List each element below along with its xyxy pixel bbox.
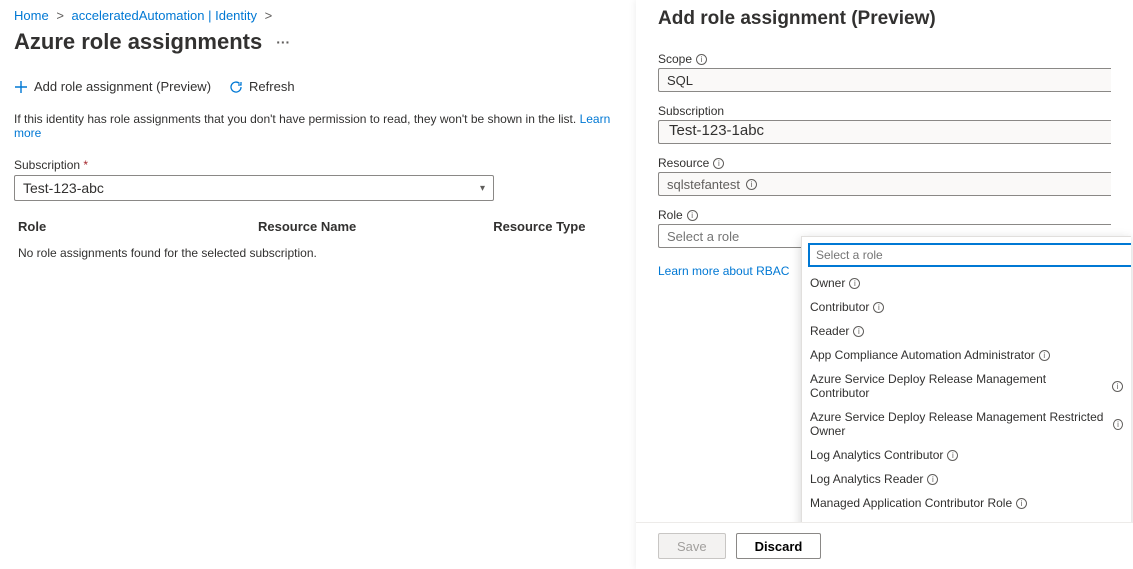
plus-icon bbox=[14, 80, 28, 94]
add-role-assignment-button[interactable]: Add role assignment (Preview) bbox=[14, 79, 211, 94]
chevron-right-icon: > bbox=[265, 8, 273, 23]
save-button[interactable]: Save bbox=[658, 533, 726, 559]
info-icon[interactable]: i bbox=[687, 210, 698, 221]
info-icon[interactable]: i bbox=[1004, 522, 1015, 523]
role-dropdown-search[interactable] bbox=[808, 243, 1131, 267]
learn-more-rbac-link[interactable]: Learn more about RBAC bbox=[658, 264, 789, 278]
info-icon[interactable]: i bbox=[853, 326, 864, 337]
discard-button[interactable]: Discard bbox=[736, 533, 822, 559]
role-option[interactable]: Readeri bbox=[802, 319, 1131, 343]
add-role-assignment-panel: Add role assignment (Preview) Scopei Sub… bbox=[636, 0, 1133, 569]
role-option[interactable]: Azure Service Deploy Release Management … bbox=[802, 405, 1131, 443]
role-option[interactable]: Log Analytics Contributori bbox=[802, 443, 1131, 467]
info-icon[interactable]: i bbox=[713, 158, 724, 169]
role-label: Rolei bbox=[658, 208, 1111, 222]
panel-footer: Save Discard bbox=[636, 522, 1133, 569]
scope-field[interactable] bbox=[658, 68, 1111, 92]
resource-label: Resourcei bbox=[658, 156, 1111, 170]
role-option[interactable]: Contributori bbox=[802, 295, 1131, 319]
info-icon[interactable]: i bbox=[1112, 381, 1123, 392]
column-header-role[interactable]: Role bbox=[18, 219, 258, 234]
role-option[interactable]: Managed Application Operator Rolei bbox=[802, 515, 1131, 522]
info-icon[interactable]: i bbox=[947, 450, 958, 461]
panel-subscription-field[interactable]: Test-123-1abc bbox=[658, 120, 1111, 144]
role-options-list: OwneriContributoriReaderiApp Compliance … bbox=[802, 271, 1131, 522]
role-option[interactable]: Owneri bbox=[802, 271, 1131, 295]
chevron-down-icon: ▾ bbox=[480, 183, 485, 194]
scope-label: Scopei bbox=[658, 52, 1111, 66]
page-title-text: Azure role assignments bbox=[14, 29, 262, 55]
add-role-assignment-label: Add role assignment (Preview) bbox=[34, 79, 211, 94]
info-icon[interactable]: i bbox=[849, 278, 860, 289]
breadcrumb-home[interactable]: Home bbox=[14, 8, 49, 23]
info-icon[interactable]: i bbox=[746, 179, 757, 190]
subscription-select[interactable]: Test-123-abc ▾ bbox=[14, 175, 494, 201]
role-option[interactable]: Log Analytics Readeri bbox=[802, 467, 1131, 491]
panel-subscription-label: Subscription bbox=[658, 104, 1111, 118]
role-option[interactable]: App Compliance Automation Administratori bbox=[802, 343, 1131, 367]
page-title: Azure role assignments ··· bbox=[14, 29, 622, 55]
refresh-button[interactable]: Refresh bbox=[229, 79, 295, 94]
breadcrumb: Home > acceleratedAutomation | Identity … bbox=[14, 8, 622, 23]
info-icon[interactable]: i bbox=[873, 302, 884, 313]
panel-title: Add role assignment (Preview) bbox=[658, 8, 1111, 30]
toolbar: Add role assignment (Preview) Refresh bbox=[14, 79, 622, 94]
refresh-label: Refresh bbox=[249, 79, 295, 94]
role-dropdown: OwneriContributoriReaderiApp Compliance … bbox=[801, 236, 1131, 522]
table-header: Role Resource Name Resource Type bbox=[14, 213, 622, 240]
subscription-label: Subscription * bbox=[14, 158, 622, 172]
refresh-icon bbox=[229, 80, 243, 94]
table-empty-message: No role assignments found for the select… bbox=[14, 240, 622, 266]
column-header-resource-type[interactable]: Resource Type bbox=[493, 219, 618, 234]
role-option[interactable]: Azure Service Deploy Release Management … bbox=[802, 367, 1131, 405]
info-icon[interactable]: i bbox=[1113, 419, 1123, 430]
more-actions-icon[interactable]: ··· bbox=[276, 34, 290, 50]
column-header-resource-name[interactable]: Resource Name bbox=[258, 219, 493, 234]
main-content: Home > acceleratedAutomation | Identity … bbox=[0, 0, 636, 569]
info-text: If this identity has role assignments th… bbox=[14, 112, 622, 140]
info-text-body: If this identity has role assignments th… bbox=[14, 112, 576, 126]
subscription-value: Test-123-abc bbox=[23, 180, 104, 196]
info-icon[interactable]: i bbox=[1039, 350, 1050, 361]
chevron-right-icon: > bbox=[56, 8, 64, 23]
info-icon[interactable]: i bbox=[696, 54, 707, 65]
breadcrumb-identity[interactable]: acceleratedAutomation | Identity bbox=[72, 8, 258, 23]
resource-field[interactable]: sqlstefantest i bbox=[658, 172, 1111, 196]
info-icon[interactable]: i bbox=[1016, 498, 1027, 509]
info-icon[interactable]: i bbox=[927, 474, 938, 485]
role-option[interactable]: Managed Application Contributor Rolei bbox=[802, 491, 1131, 515]
